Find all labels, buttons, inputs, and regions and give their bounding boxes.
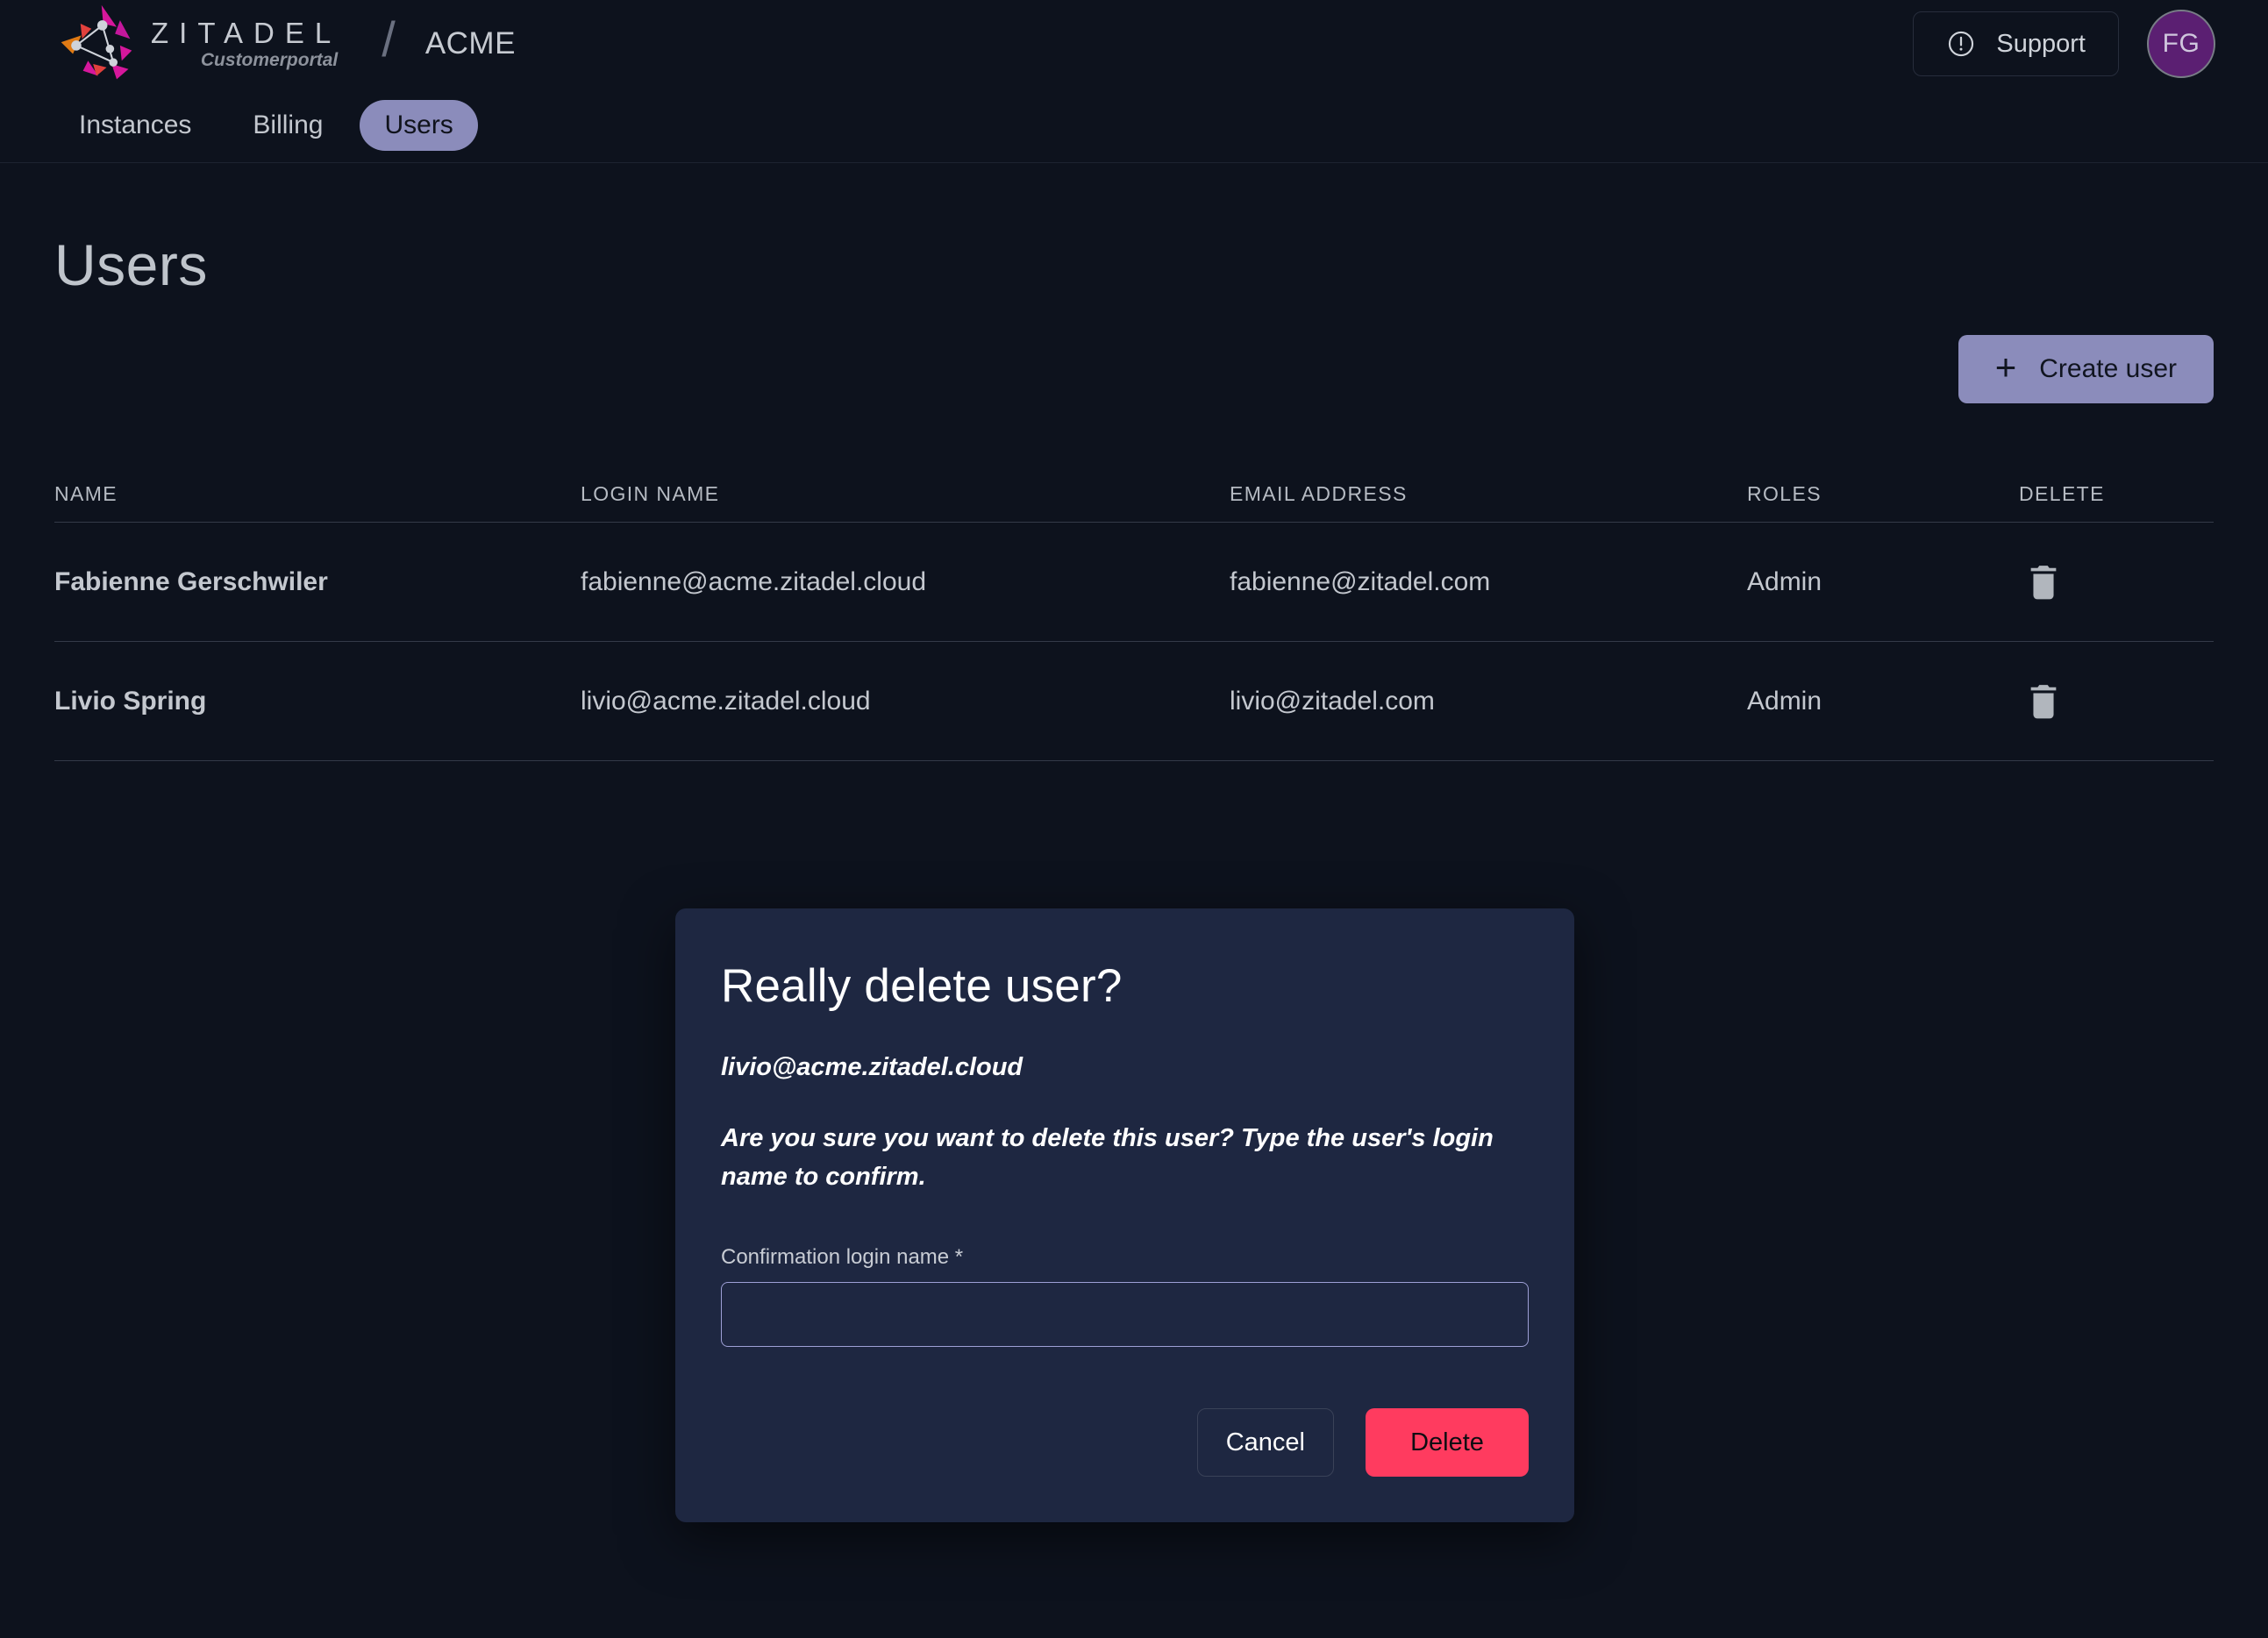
dialog-title: Really delete user? (721, 960, 1123, 1012)
dialog-description: Are you sure you want to delete this use… (721, 1124, 1494, 1192)
cell-login: livio@acme.zitadel.cloud (581, 686, 871, 716)
zitadel-logo-icon (61, 4, 132, 80)
logo-subtitle: Customerportal (200, 49, 339, 70)
plus-icon: + (1994, 346, 2017, 388)
dialog-login-name: livio@acme.zitadel.cloud (721, 1053, 1023, 1081)
tab-billing[interactable]: Billing (228, 100, 347, 151)
main-navigation-tabs: Instances Billing Users (0, 88, 2268, 163)
logo-wordmark: ZITADEL Customerportal (151, 18, 341, 71)
header-actions: Support FG (1913, 10, 2215, 78)
support-button[interactable]: Support (1913, 11, 2119, 76)
users-table: NAME LOGIN NAME EMAIL ADDRESS ROLES DELE… (54, 466, 2214, 761)
cell-email: livio@zitadel.com (1230, 686, 1435, 716)
info-circle-icon (1949, 31, 1974, 57)
delete-user-dialog: Really delete user? livio@acme.zitadel.c… (675, 908, 1574, 1523)
confirmation-login-name-input[interactable] (721, 1282, 1529, 1348)
top-header: ZITADEL Customerportal / ACME Support FG (0, 0, 2268, 88)
column-header-delete: DELETE (2019, 482, 2105, 505)
create-user-button[interactable]: + Create user (1958, 335, 2214, 403)
table-row: Fabienne Gerschwiler fabienne@acme.zitad… (54, 523, 2214, 642)
organization-name: ACME (424, 26, 516, 61)
column-header-email: EMAIL ADDRESS (1230, 482, 1408, 505)
support-label: Support (1996, 29, 2086, 58)
avatar-initials: FG (2162, 29, 2200, 58)
trash-icon (2030, 684, 2057, 718)
logo-text: ZITADEL (151, 17, 342, 50)
table-header-row: NAME LOGIN NAME EMAIL ADDRESS ROLES DELE… (54, 466, 2214, 523)
tab-users[interactable]: Users (360, 99, 478, 151)
page-actions: + Create user (54, 335, 2214, 403)
create-user-label: Create user (2039, 354, 2177, 383)
confirm-delete-button[interactable]: Delete (1366, 1408, 1529, 1478)
column-header-login: LOGIN NAME (581, 482, 720, 505)
breadcrumb-separator: / (382, 11, 396, 67)
dialog-actions: Cancel Delete (721, 1408, 1529, 1478)
page-title: Users (54, 232, 208, 297)
cell-login: fabienne@acme.zitadel.cloud (581, 566, 927, 596)
column-header-roles: ROLES (1747, 482, 1822, 505)
cell-name: Fabienne Gerschwiler (54, 566, 328, 596)
tab-instances[interactable]: Instances (54, 100, 216, 151)
cell-email: fabienne@zitadel.com (1230, 566, 1491, 596)
cell-name: Livio Spring (54, 686, 207, 716)
page-content: Users + Create user NAME LOGIN NAME EMAI… (0, 231, 2268, 1523)
cell-roles: Admin (1747, 566, 1822, 596)
cell-roles: Admin (1747, 686, 1822, 716)
delete-user-button[interactable] (2019, 558, 2068, 607)
table-row: Livio Spring livio@acme.zitadel.cloud li… (54, 642, 2214, 761)
column-header-name: NAME (54, 482, 118, 505)
brand[interactable]: ZITADEL Customerportal (54, 2, 341, 86)
delete-user-button[interactable] (2019, 677, 2068, 726)
cancel-button[interactable]: Cancel (1196, 1408, 1334, 1478)
confirmation-field-label: Confirmation login name * (721, 1245, 964, 1270)
trash-icon (2030, 565, 2057, 599)
avatar[interactable]: FG (2147, 10, 2215, 78)
